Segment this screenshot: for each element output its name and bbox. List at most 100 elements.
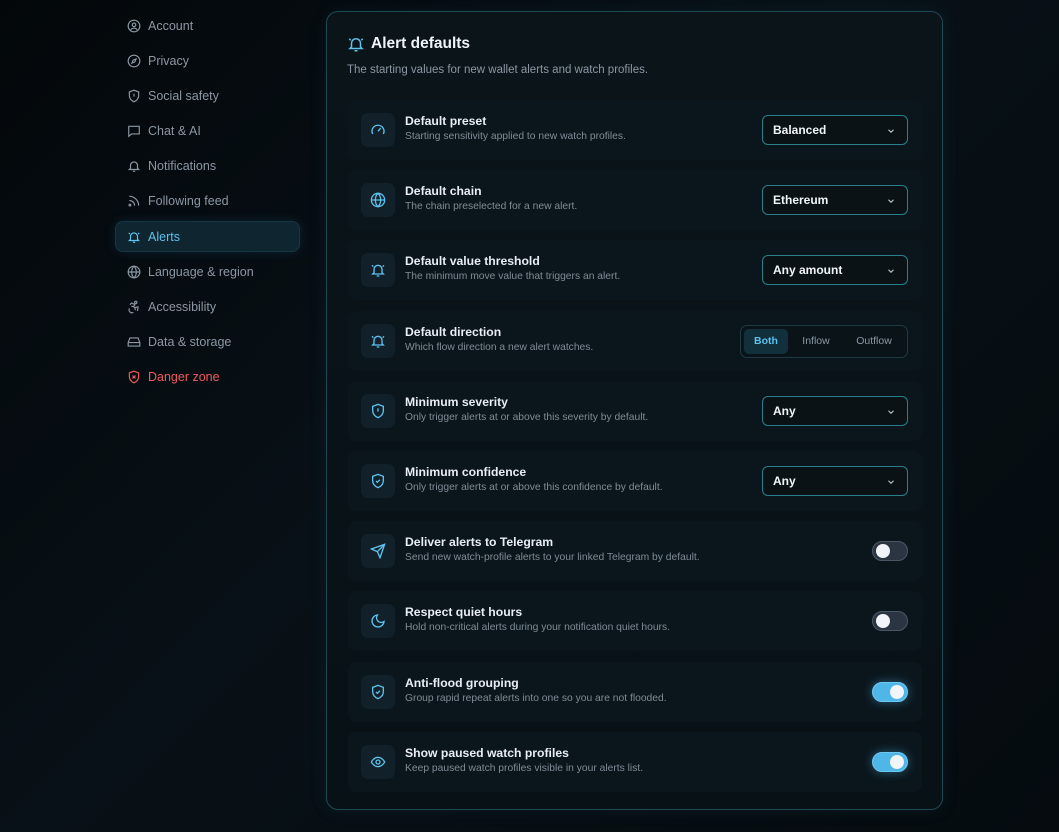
- eye-icon: [361, 744, 395, 779]
- page-title: Alert defaults: [371, 35, 471, 52]
- setting-description: Starting sensitivity applied to new watc…: [405, 131, 626, 142]
- default-preset-select[interactable]: Balanced: [762, 115, 908, 145]
- sidebar-item-label: Accessibility: [148, 300, 217, 314]
- setting-label: Minimum confidence: [405, 464, 527, 479]
- bell-icon: [127, 159, 141, 173]
- setting-default-chain: Default chain The chain preselected for …: [348, 170, 922, 231]
- setting-label: Respect quiet hours: [405, 605, 523, 620]
- setting-default-direction: Default direction Which flow direction a…: [348, 310, 922, 371]
- chat-icon: [127, 124, 141, 138]
- setting-label: Default preset: [405, 114, 487, 128]
- sidebar-item-label: Danger zone: [148, 370, 220, 385]
- setting-label: Default direction: [405, 324, 502, 339]
- globe-icon: [127, 265, 141, 279]
- setting-description: Send new watch-profile alerts to your li…: [405, 552, 700, 564]
- setting-label: Minimum severity: [405, 394, 508, 409]
- setting-description: Group rapid repeat alerts into one so yo…: [405, 692, 667, 704]
- accessibility-icon: [127, 300, 141, 314]
- rss-icon: [127, 194, 141, 208]
- minimum-confidence-select[interactable]: Any: [762, 465, 908, 496]
- chevron-down-icon: [888, 269, 894, 274]
- setting-minimum-severity: Minimum severity Only trigger alerts at …: [348, 380, 922, 441]
- show-paused-toggle[interactable]: [872, 751, 908, 772]
- bell-ring-icon: [347, 35, 365, 53]
- setting-description: Hold non-critical alerts during your not…: [405, 622, 670, 634]
- setting-label: Anti-flood grouping: [405, 675, 519, 690]
- setting-label: Deliver alerts to Telegram: [405, 535, 554, 550]
- anti-flood-toggle[interactable]: [872, 681, 908, 702]
- toggle-knob: [890, 754, 904, 769]
- setting-default-preset: Default preset Starting sensitivity appl…: [348, 100, 922, 160]
- storage-icon: [127, 335, 141, 349]
- send-icon: [361, 534, 395, 569]
- sidebar-item-notifications[interactable]: Notifications: [115, 151, 300, 182]
- sidebar-item-label: Chat & AI: [148, 124, 201, 139]
- sidebar-item-label: Language & region: [148, 264, 254, 279]
- setting-anti-flood: Anti-flood grouping Group rapid repeat a…: [348, 661, 922, 722]
- sidebar-item-data-storage[interactable]: Data & storage: [115, 327, 300, 358]
- direction-option-both[interactable]: Both: [744, 328, 788, 354]
- sidebar-item-accessibility[interactable]: Accessibility: [115, 292, 300, 323]
- setting-description: Keep paused watch profiles visible in yo…: [405, 762, 644, 774]
- setting-description: The chain preselected for a new alert.: [405, 201, 578, 213]
- bell-ring-icon: [361, 253, 395, 288]
- default-value-threshold-select[interactable]: Any amount: [762, 255, 908, 286]
- default-chain-select[interactable]: Ethereum: [762, 185, 908, 216]
- setting-label: Show paused watch profiles: [405, 745, 569, 760]
- sidebar-item-social-safety[interactable]: Social safety: [115, 80, 300, 111]
- setting-description: Only trigger alerts at or above this con…: [405, 481, 663, 493]
- direction-option-outflow[interactable]: Outflow: [844, 329, 904, 354]
- toggle-knob: [876, 614, 890, 629]
- direction-segmented-control: Both Inflow Outflow: [740, 324, 908, 358]
- user-circle-icon: [127, 19, 141, 33]
- sidebar-item-privacy[interactable]: Privacy: [115, 45, 300, 76]
- settings-list: Default preset Starting sensitivity appl…: [348, 100, 922, 802]
- sidebar-item-label: Privacy: [148, 53, 189, 68]
- sidebar-item-label: Account: [148, 18, 194, 33]
- sidebar-item-chat-ai[interactable]: Chat & AI: [115, 116, 300, 147]
- quiet-hours-toggle[interactable]: [872, 611, 908, 632]
- direction-option-inflow[interactable]: Inflow: [788, 329, 844, 354]
- moon-icon: [361, 604, 395, 639]
- alert-defaults-card: Alert defaults The starting values for n…: [326, 11, 943, 810]
- sidebar-item-following-feed[interactable]: Following feed: [115, 186, 300, 217]
- toggle-knob: [890, 684, 904, 699]
- sidebar-item-language-region[interactable]: Language & region: [115, 256, 300, 287]
- shield-check-icon: [361, 674, 395, 709]
- shield-icon: [127, 89, 141, 103]
- setting-description: Which flow direction a new alert watches…: [405, 341, 594, 353]
- sidebar-item-label: Following feed: [148, 194, 229, 209]
- setting-quiet-hours: Respect quiet hours Hold non-critical al…: [348, 591, 922, 652]
- sidebar-item-label: Alerts: [148, 229, 180, 244]
- toggle-knob: [876, 544, 890, 559]
- sidebar-item-account[interactable]: Account: [115, 10, 300, 41]
- setting-minimum-confidence: Minimum confidence Only trigger alerts a…: [348, 450, 922, 511]
- select-value: Any: [773, 473, 796, 488]
- select-value: Ethereum: [773, 193, 829, 208]
- setting-default-value-threshold: Default value threshold The minimum move…: [348, 240, 922, 301]
- gauge-icon: [361, 113, 395, 147]
- compass-icon: [127, 54, 141, 68]
- select-value: Any: [773, 403, 796, 418]
- sidebar-item-alerts[interactable]: Alerts: [115, 221, 300, 253]
- setting-description: The minimum move value that triggers an …: [405, 271, 621, 283]
- setting-show-paused: Show paused watch profiles Keep paused w…: [348, 731, 922, 792]
- setting-label: Default value threshold: [405, 254, 540, 269]
- globe-icon: [361, 183, 395, 218]
- chevron-down-icon: [888, 199, 894, 204]
- bell-ring-icon: [361, 323, 395, 358]
- sidebar-item-label: Social safety: [148, 88, 219, 103]
- setting-deliver-telegram: Deliver alerts to Telegram Send new watc…: [348, 521, 922, 582]
- sidebar-item-danger-zone[interactable]: Danger zone: [115, 362, 300, 393]
- shield-check-icon: [361, 463, 395, 498]
- shield-x-icon: [127, 370, 141, 384]
- chevron-down-icon: [888, 129, 894, 133]
- select-value: Any amount: [773, 263, 843, 278]
- chevron-down-icon: [888, 480, 894, 484]
- sidebar-item-label: Data & storage: [148, 335, 232, 350]
- telegram-toggle[interactable]: [872, 541, 908, 562]
- chevron-down-icon: [888, 410, 894, 414]
- card-header: Alert defaults: [347, 35, 470, 53]
- bell-ring-icon: [127, 230, 141, 244]
- minimum-severity-select[interactable]: Any: [762, 395, 908, 426]
